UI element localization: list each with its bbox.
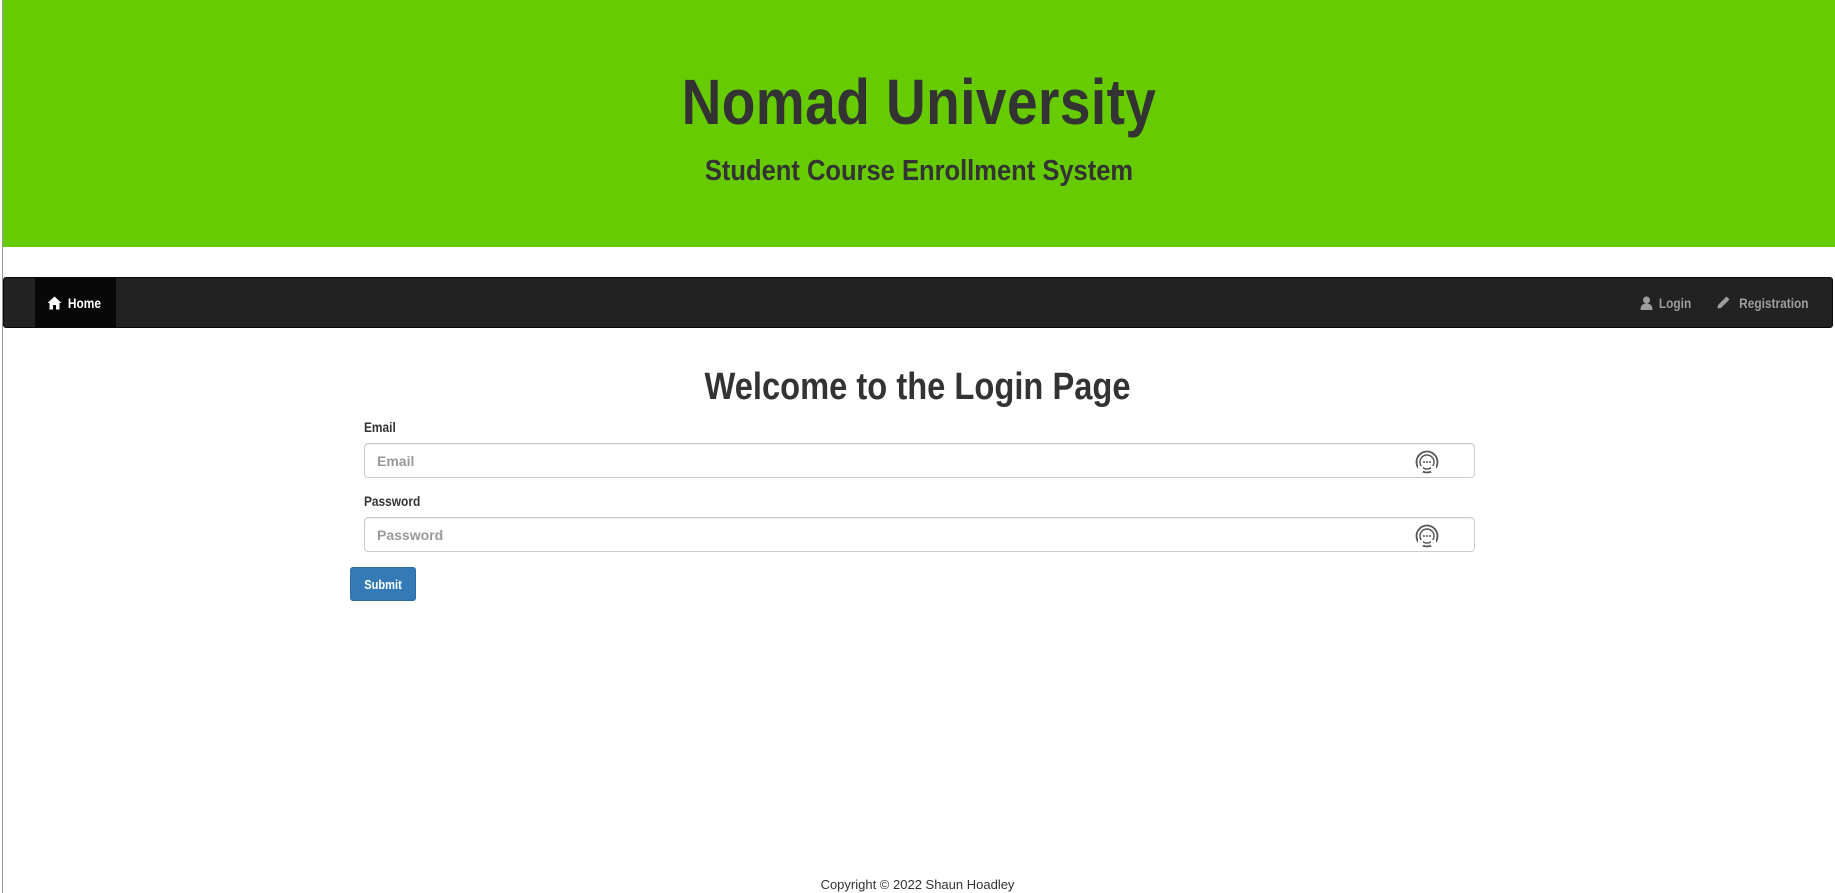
submit-button-label: Submit [364, 576, 402, 592]
site-header: Nomad University Student Course Enrollme… [3, 0, 1835, 247]
home-icon [47, 296, 62, 310]
pencil-icon [1717, 296, 1730, 309]
password-manager-icon[interactable] [1414, 449, 1440, 475]
nav-login-link[interactable]: Login [1640, 278, 1694, 327]
site-title: Nomad University [681, 66, 1157, 138]
password-field-container [364, 517, 1475, 552]
email-field-container [364, 443, 1475, 478]
password-label: Password [364, 493, 421, 509]
nav-login-label: Login [1658, 294, 1692, 311]
email-label: Email [364, 419, 396, 435]
password-manager-icon[interactable] [1414, 523, 1440, 549]
nav-home-link[interactable]: Home [35, 278, 116, 327]
email-input[interactable] [365, 444, 1415, 477]
nav-registration-link[interactable]: Registration [1717, 278, 1815, 327]
footer-copyright: Copyright © 2022 Shaun Hoadley [820, 877, 1015, 892]
user-icon [1640, 296, 1653, 310]
nav-registration-label: Registration [1739, 294, 1809, 311]
main-navbar: Home Login Registration [3, 277, 1833, 328]
page-title: Welcome to the Login Page [704, 366, 1131, 408]
nav-home-label: Home [67, 294, 102, 311]
password-input[interactable] [365, 518, 1415, 551]
site-subtitle: Student Course Enrollment System [704, 155, 1134, 187]
submit-button[interactable]: Submit [350, 567, 416, 601]
